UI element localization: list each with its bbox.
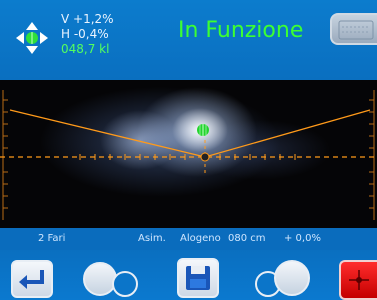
keyboard-icon (338, 20, 374, 40)
keyboard-button[interactable] (330, 13, 377, 45)
return-arrow-icon (19, 270, 44, 289)
beam-pattern-view (0, 80, 377, 228)
center-target-marker (200, 152, 210, 162)
red-stop-icon (349, 270, 369, 290)
top-status-panel: V +1,2% H -0,4% 048,7 kl In Funzione (0, 0, 377, 80)
alignment-overlay (0, 90, 377, 220)
four-way-arrows-icon[interactable] (14, 20, 50, 56)
status-title: In Funzione (178, 18, 304, 43)
hotspot-marker (197, 124, 209, 136)
side-scale-ticks (3, 99, 374, 209)
tilt-value: + 0,0% (284, 233, 321, 244)
measuring-distance: 080 cm (228, 233, 266, 244)
save-button[interactable] (177, 258, 219, 298)
illuminance-value: 048,7 kl (61, 42, 110, 56)
settings-info-bar: 2 Fari Asim. Alogeno 080 cm + 0,0% (0, 228, 377, 250)
bottom-toolbar (0, 250, 377, 300)
floppy-disk-icon (186, 266, 210, 290)
right-lamp-select-icon[interactable] (248, 254, 314, 300)
headlights-count: 2 Fari (38, 233, 66, 244)
horizontal-offset-value: H -0,4% (61, 27, 109, 41)
vertical-offset-value: V +1,2% (61, 12, 114, 26)
alignment-readout: V +1,2% H -0,4% 048,7 kl (61, 12, 114, 57)
back-button[interactable] (11, 260, 53, 298)
lamp-type: Alogeno (180, 233, 221, 244)
headlight-tester-screen: V +1,2% H -0,4% 048,7 kl In Funzione 2 F… (0, 0, 377, 300)
cutoff-line (9, 109, 371, 158)
left-lamp-select-icon[interactable] (80, 256, 146, 300)
beam-type: Asim. (138, 233, 166, 244)
stop-button[interactable] (339, 260, 377, 300)
